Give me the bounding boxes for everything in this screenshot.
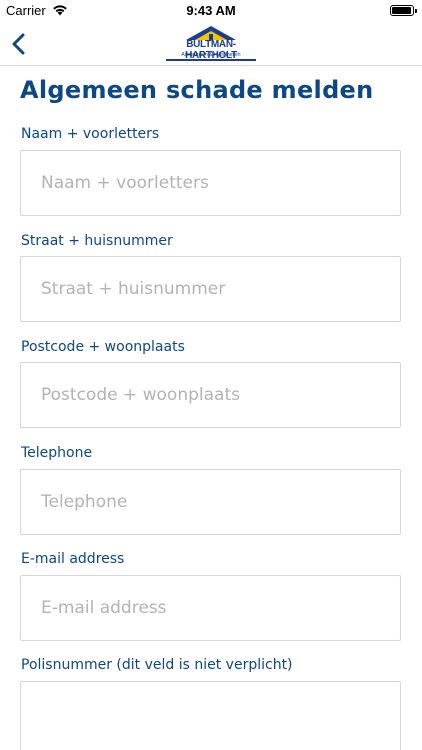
navigation-bar: BULTMAN-HARTHOLT Assurantiën & Hypotheke… <box>0 22 422 66</box>
logo-subtext: Assurantiën & Hypotheken <box>181 52 241 58</box>
policy-number-label: Polisnummer (dit veld is niet verplicht) <box>21 657 293 673</box>
chevron-left-icon <box>12 33 25 55</box>
back-button[interactable] <box>8 28 34 60</box>
policy-number-input[interactable] <box>20 681 401 750</box>
street-label: Straat + huisnummer <box>21 233 173 249</box>
battery-icon <box>390 5 417 16</box>
status-bar: Carrier 9:43 AM <box>0 0 422 22</box>
postcode-label: Postcode + woonplaats <box>21 339 185 355</box>
email-label: E-mail address <box>21 551 125 567</box>
name-input[interactable] <box>20 150 401 216</box>
telephone-label: Telephone <box>21 445 93 461</box>
name-label: Naam + voorletters <box>21 126 160 142</box>
company-logo: BULTMAN-HARTHOLT Assurantiën & Hypotheke… <box>162 26 260 62</box>
page-title: Algemeen schade melden <box>20 76 374 104</box>
logo-underline <box>166 59 256 61</box>
status-time: 9:43 AM <box>186 3 236 18</box>
street-input[interactable] <box>20 256 401 322</box>
postcode-input[interactable] <box>20 362 401 428</box>
email-input[interactable] <box>20 575 401 641</box>
telephone-input[interactable] <box>20 469 401 535</box>
house-roof-icon <box>186 26 236 40</box>
